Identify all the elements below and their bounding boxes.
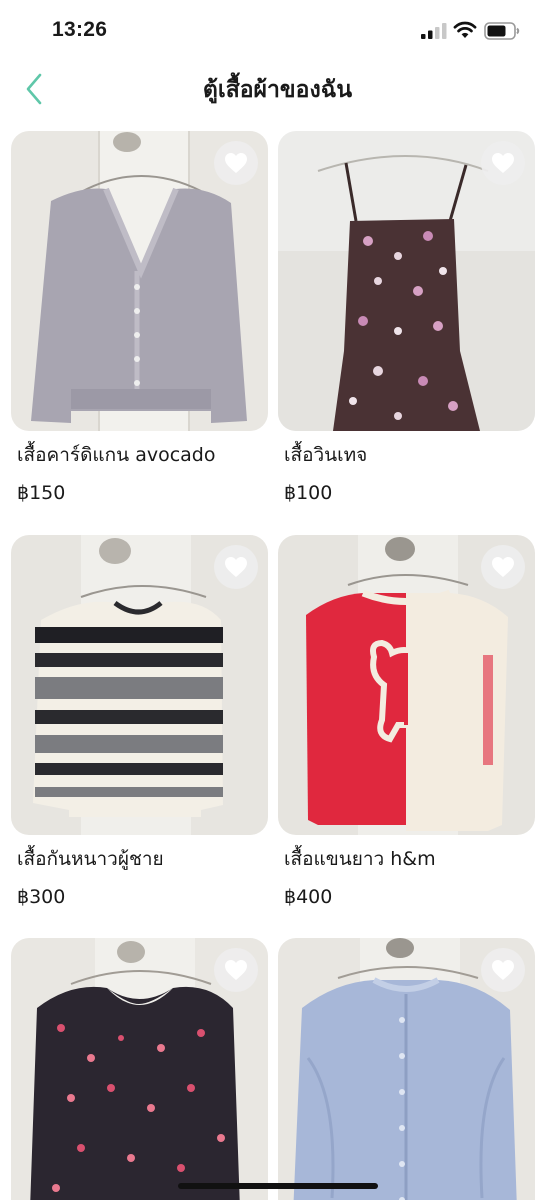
product-price: ฿150 xyxy=(17,482,66,504)
nav-bar: ตู้เสื้อผ้าของฉัน xyxy=(0,60,555,118)
favorite-button[interactable] xyxy=(481,948,525,992)
heart-icon xyxy=(225,557,247,577)
favorite-button[interactable] xyxy=(481,545,525,589)
status-bar: 13:26 xyxy=(0,0,555,60)
product-name[interactable]: เสื้อแขนยาว h&m xyxy=(278,844,535,874)
favorite-button[interactable] xyxy=(214,545,258,589)
status-time: 13:26 xyxy=(52,18,108,41)
heart-icon xyxy=(492,557,514,577)
product-card[interactable]: เสื้อกันหนาวผู้ชาย ฿300 xyxy=(11,535,268,908)
favorite-button[interactable] xyxy=(214,141,258,185)
product-card[interactable] xyxy=(278,938,535,1200)
product-card[interactable] xyxy=(11,938,268,1200)
product-image[interactable] xyxy=(11,535,268,835)
heart-icon xyxy=(492,153,514,173)
product-card[interactable]: เสื้อแขนยาว h&m ฿400 xyxy=(278,535,535,908)
product-price: ฿400 xyxy=(284,886,333,908)
heart-icon xyxy=(492,960,514,980)
favorite-button[interactable] xyxy=(214,948,258,992)
heart-icon xyxy=(225,960,247,980)
product-image[interactable] xyxy=(11,938,268,1200)
product-image[interactable] xyxy=(278,131,535,431)
product-image[interactable] xyxy=(278,535,535,835)
product-card[interactable]: เสื้อคาร์ดิแกน avocado ฿150 xyxy=(11,131,268,504)
heart-icon xyxy=(225,153,247,173)
page-title: ตู้เสื้อผ้าของฉัน xyxy=(202,77,353,103)
wifi-icon xyxy=(453,21,477,38)
product-price: ฿100 xyxy=(284,482,333,504)
product-name[interactable]: เสื้อกันหนาวผู้ชาย xyxy=(11,844,268,874)
product-image[interactable] xyxy=(278,938,535,1200)
product-grid: เสื้อคาร์ดิแกน avocado ฿150 เสื้อวินเทจ … xyxy=(0,118,555,1200)
product-image[interactable] xyxy=(11,131,268,431)
signal-icon xyxy=(421,23,447,39)
battery-icon xyxy=(484,22,520,40)
home-indicator[interactable] xyxy=(178,1183,378,1189)
product-card[interactable]: เสื้อวินเทจ ฿100 xyxy=(278,131,535,504)
product-name[interactable]: เสื้อวินเทจ xyxy=(278,440,535,470)
product-name[interactable]: เสื้อคาร์ดิแกน avocado xyxy=(11,440,268,470)
favorite-button[interactable] xyxy=(481,141,525,185)
product-price: ฿300 xyxy=(17,886,66,908)
